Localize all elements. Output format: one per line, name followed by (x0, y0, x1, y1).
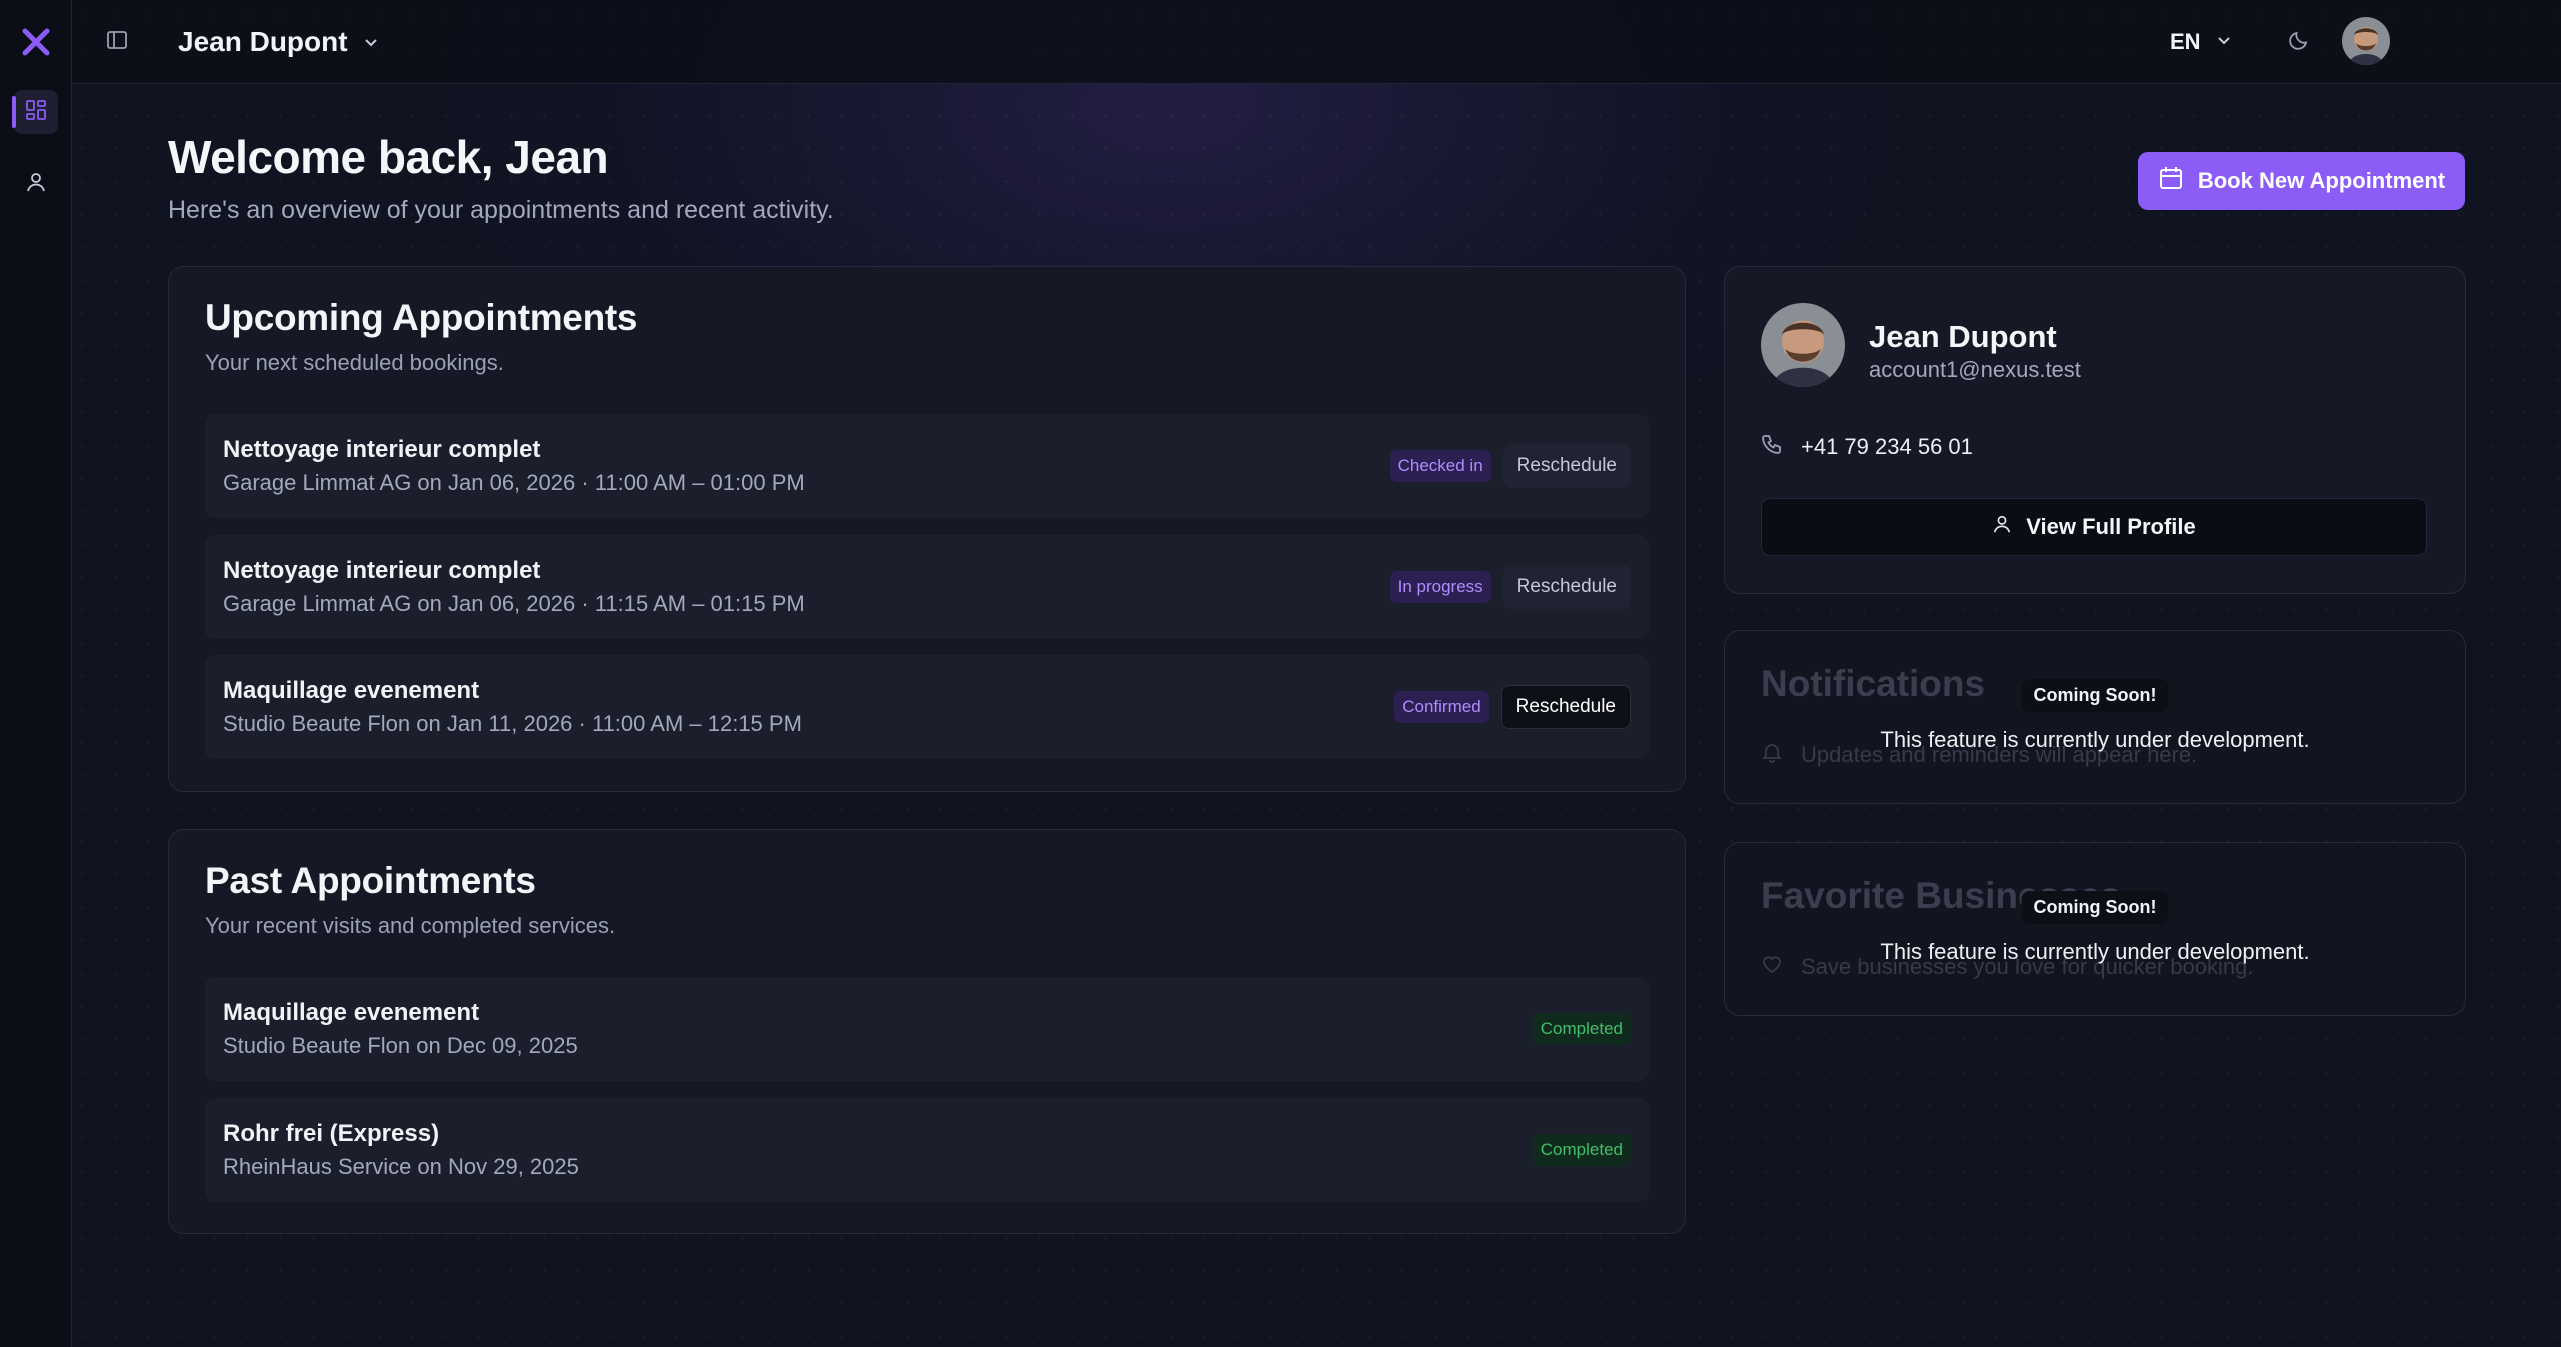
appointment-service: Nettoyage interieur complet (223, 436, 541, 463)
appointment-meta: Studio Beaute Flon on Jan 11, 2026 · 11:… (223, 711, 802, 736)
reschedule-button[interactable]: Reschedule (1502, 565, 1631, 609)
sidebar (0, 0, 72, 1347)
upcoming-appointments-card: Upcoming Appointments Your next schedule… (168, 266, 1686, 792)
avatar (1761, 303, 1845, 387)
status-badge: Completed (1532, 1013, 1631, 1045)
list-item: Maquillage evenement Studio Beaute Flon … (205, 977, 1649, 1081)
profile-card: Jean Dupont account1@nexus.test +41 79 2… (1724, 266, 2466, 594)
appointment-meta: Studio Beaute Flon on Dec 09, 2025 (223, 1033, 578, 1058)
list-item: Rohr frei (Express) RheinHaus Service on… (205, 1098, 1649, 1202)
appointment-meta: Garage Limmat AG on Jan 06, 2026 · 11:00… (223, 470, 805, 495)
coming-soon-badge: Coming Soon! (2021, 679, 2169, 712)
coming-soon-badge: Coming Soon! (2021, 891, 2169, 924)
profile-email: account1@nexus.test (1869, 357, 2081, 382)
account-switcher-label: Jean Dupont (178, 26, 348, 57)
card-title: Upcoming Appointments (205, 297, 638, 338)
card-subtitle: Your next scheduled bookings. (205, 350, 504, 375)
reschedule-button[interactable]: Reschedule (1500, 685, 1631, 729)
status-badge: Checked in (1389, 450, 1491, 482)
past-appointments-card: Past Appointments Your recent visits and… (168, 829, 1686, 1234)
appointment-service: Nettoyage interieur complet (223, 557, 541, 584)
dashboard-icon (25, 99, 47, 126)
avatar[interactable] (2342, 17, 2390, 65)
appointment-service: Maquillage evenement (223, 999, 480, 1026)
book-button-label: Book New Appointment (2197, 168, 2446, 193)
coming-soon-text: This feature is currently under developm… (1880, 939, 2310, 964)
list-item: Nettoyage interieur complet Garage Limma… (205, 535, 1649, 639)
view-full-profile-button[interactable]: View Full Profile (1761, 498, 2427, 556)
user-icon (25, 171, 47, 198)
phone-icon (1761, 433, 1783, 461)
language-selector[interactable]: EN (2170, 24, 2233, 60)
appointment-meta: RheinHaus Service on Nov 29, 2025 (223, 1154, 579, 1179)
sidebar-item-dashboard[interactable] (12, 90, 58, 134)
chevron-down-icon (2215, 29, 2233, 55)
notifications-card: Notifications Updates and reminders will… (1724, 630, 2466, 804)
book-new-appointment-button[interactable]: Book New Appointment (2138, 152, 2465, 210)
sidebar-toggle-button[interactable] (102, 27, 132, 57)
sidebar-toggle-icon (106, 29, 128, 56)
profile-name: Jean Dupont (1869, 319, 2057, 354)
sidebar-item-profile[interactable] (14, 162, 58, 206)
profile-phone-row: +41 79 234 56 01 (1761, 433, 1973, 461)
view-profile-label: View Full Profile (2026, 514, 2196, 539)
appointment-meta: Garage Limmat AG on Jan 06, 2026 · 11:15… (223, 591, 805, 616)
list-item: Maquillage evenement Studio Beaute Flon … (205, 655, 1649, 759)
page-subtitle: Here's an overview of your appointments … (168, 196, 834, 224)
list-item: Nettoyage interieur complet Garage Limma… (205, 414, 1649, 518)
page-title: Welcome back, Jean (168, 131, 609, 183)
coming-soon-text: This feature is currently under developm… (1880, 727, 2310, 752)
user-icon (1992, 514, 2012, 540)
card-title: Notifications (1761, 663, 1986, 704)
reschedule-button[interactable]: Reschedule (1502, 444, 1631, 488)
appointment-service: Maquillage evenement (223, 677, 480, 704)
card-subtitle: Your recent visits and completed service… (205, 913, 616, 938)
profile-phone: +41 79 234 56 01 (1801, 434, 1973, 459)
account-switcher[interactable]: Jean Dupont (178, 22, 380, 62)
favorite-businesses-card: Favorite Businesses Save businesses you … (1724, 842, 2466, 1016)
theme-toggle-button[interactable] (2282, 25, 2316, 59)
chevron-down-icon (362, 26, 380, 58)
calendar-icon (2158, 165, 2184, 197)
language-label: EN (2170, 29, 2201, 54)
logo-x-icon[interactable] (20, 26, 52, 58)
status-badge: In progress (1389, 571, 1491, 603)
moon-icon (2288, 29, 2310, 56)
status-badge: Confirmed (1394, 691, 1489, 723)
card-title: Past Appointments (205, 860, 536, 901)
status-badge: Completed (1532, 1134, 1631, 1166)
appointment-service: Rohr frei (Express) (223, 1120, 440, 1147)
